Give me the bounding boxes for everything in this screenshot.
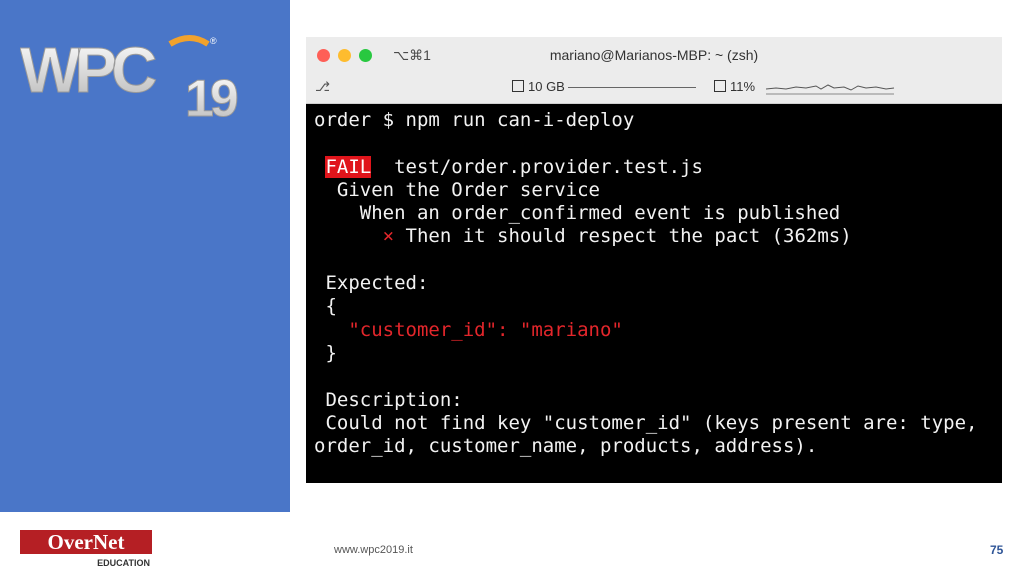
svg-text:EDUCATION: EDUCATION	[97, 558, 150, 568]
then-text: Then it should respect the pact (362ms)	[394, 225, 852, 248]
brace-close: }	[314, 341, 337, 364]
slide-sidebar: WPC 19 ®	[0, 0, 290, 512]
terminal-titlebar[interactable]: ⌥⌘1 mariano@Marianos-MBP: ~ (zsh) ⎇ 10 G…	[306, 37, 1002, 104]
svg-text:OverNet: OverNet	[48, 530, 125, 554]
given-line: Given the Order service	[314, 178, 600, 201]
wpc19-logo: WPC 19 ®	[20, 34, 241, 121]
cpu-sparkline	[766, 84, 895, 95]
fail-x-icon: ×	[382, 225, 395, 248]
description-line-1: Could not find key "customer_id" (keys p…	[314, 411, 978, 434]
expected-line: "customer_id": "mariano"	[314, 319, 994, 342]
terminal-output[interactable]: order $ npm run can-i-deploy FAIL test/o…	[314, 109, 994, 458]
when-line: When an order_confirmed event is publish…	[314, 202, 841, 225]
cpu-value: 11%	[730, 79, 756, 94]
fail-file: test/order.provider.test.js	[371, 155, 703, 178]
memory-status: 10 GB	[512, 79, 565, 94]
cpu-icon	[714, 80, 726, 92]
memory-value: 10 GB	[528, 79, 565, 94]
window-title: mariano@Marianos-MBP: ~ (zsh)	[549, 47, 759, 63]
command-line: order $ npm run can-i-deploy	[314, 109, 635, 131]
brace-open: {	[314, 295, 337, 318]
then-line: × Then it should respect the pact (362ms…	[314, 225, 994, 248]
description-line-2: order_id, customer_name, products, addre…	[314, 435, 818, 458]
terminal-window[interactable]: ⌥⌘1 mariano@Marianos-MBP: ~ (zsh) ⎇ 10 G…	[306, 37, 1002, 483]
svg-text:19: 19	[185, 70, 237, 120]
svg-text:®: ®	[210, 36, 217, 46]
fail-badge: FAIL	[325, 155, 372, 178]
cpu-status: 11%	[714, 79, 755, 94]
memory-icon	[512, 80, 524, 92]
git-branch-icon: ⎇	[315, 80, 330, 95]
fail-line: FAIL test/order.provider.test.js	[314, 155, 994, 179]
overnet-logo: OverNet EDUCATION	[20, 530, 152, 568]
memory-graph	[568, 87, 696, 88]
expected-value: "customer_id": "mariano"	[348, 318, 623, 341]
description-label: Description:	[314, 388, 463, 411]
svg-text:WPC: WPC	[20, 34, 156, 106]
footer-url[interactable]: www.wpc2019.it	[334, 544, 413, 556]
expected-label: Expected:	[314, 272, 429, 295]
page-number: 75	[990, 543, 1004, 557]
